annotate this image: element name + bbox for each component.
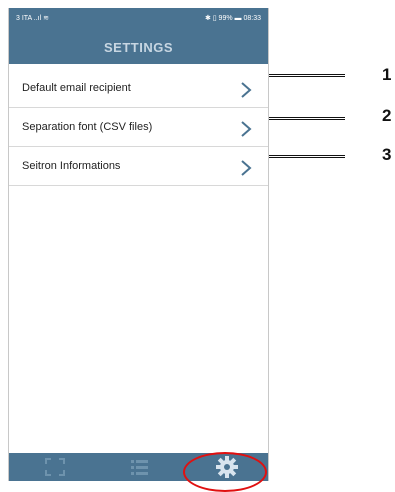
battery-percent: 99% [218,15,233,22]
list-icon [131,460,148,475]
chevron-right-icon [241,82,252,98]
settings-item-csv-separator[interactable]: Separation font (CSV files) [9,109,268,147]
settings-item-label: Default email recipient [22,82,131,94]
clock: 08:33 [243,15,261,22]
callout-number-2: 2 [382,106,392,125]
signal-icon: ..ıl [33,15,42,22]
callout-number-3: 3 [382,145,392,164]
callout-line-2 [269,117,345,120]
chevron-right-icon [241,160,252,176]
settings-item-seitron-info[interactable]: Seitron Informations [9,148,268,186]
settings-item-label: Separation font (CSV files) [22,121,153,133]
callout-line-3 [269,155,345,158]
carrier-text: 3 ITA [16,15,32,22]
settings-tab-highlight [183,452,267,492]
bluetooth-icon: ✱ [204,15,213,22]
settings-item-label: Seitron Informations [22,160,121,172]
tab-list[interactable] [125,453,155,481]
chevron-right-icon [241,121,252,137]
tab-scan[interactable] [40,453,70,481]
wifi-icon: ≋ [43,15,49,22]
page-title: SETTINGS [103,40,173,55]
status-bar: 3 ITA ..ıl ≋ ✱ ▯ 99% ▬ 08:33 [9,8,268,30]
settings-item-email-recipient[interactable]: Default email recipient [9,70,268,108]
callout-number-1: 1 [382,65,392,84]
signal-indicator: 3 ITA ..ıl ≋ [16,8,49,30]
callout-line-1 [269,74,345,77]
phone-screen: 3 ITA ..ıl ≋ ✱ ▯ 99% ▬ 08:33 SETTINGS De… [8,8,269,481]
app-header: 3 ITA ..ıl ≋ ✱ ▯ 99% ▬ 08:33 SETTINGS [9,8,268,64]
scan-frame-icon [45,458,65,476]
status-right: ✱ ▯ 99% ▬ 08:33 [205,8,261,30]
